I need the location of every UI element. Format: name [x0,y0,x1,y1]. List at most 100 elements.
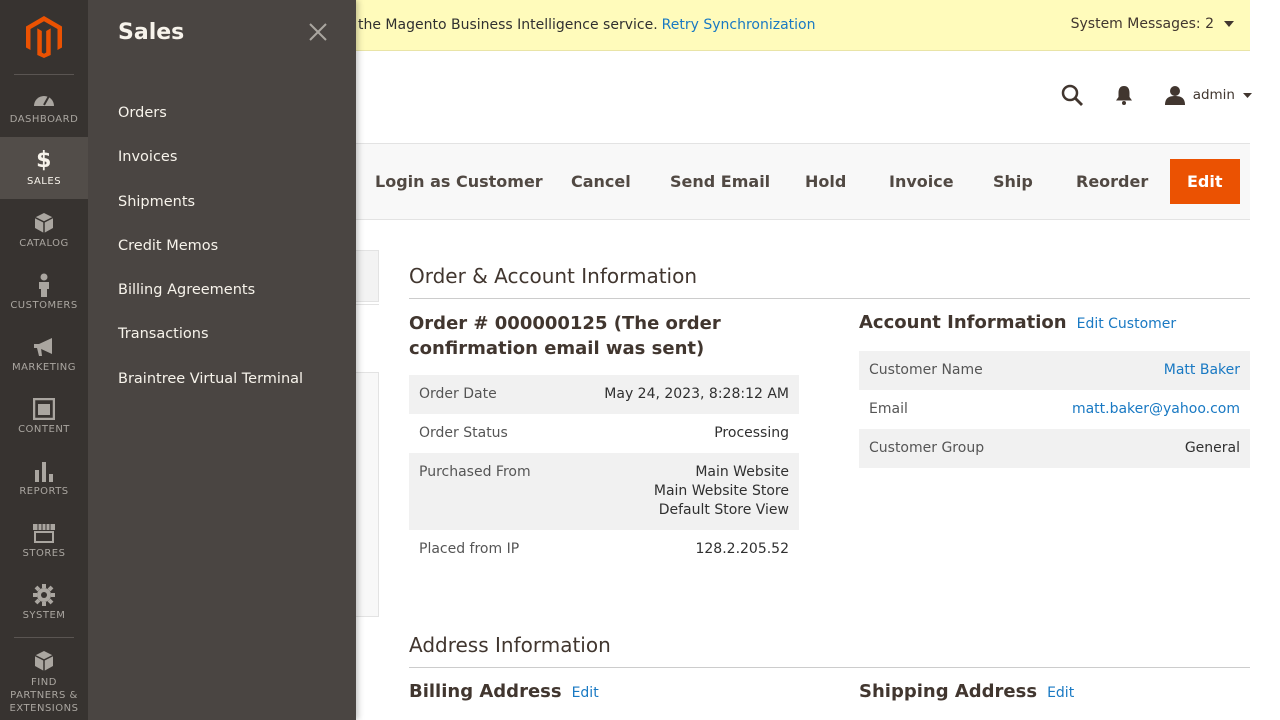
nav-catalog[interactable]: CATALOG [0,199,88,261]
reorder-button[interactable]: Reorder [1076,159,1148,204]
shipping-address-header: Shipping Address Edit [859,681,1074,702]
table-row: Order Date May 24, 2023, 8:28:12 AM [409,375,799,414]
address-section-title: Address Information [409,633,1250,668]
nav-marketing[interactable]: MARKETING [0,323,88,385]
close-icon[interactable] [306,20,330,44]
edit-customer-link[interactable]: Edit Customer [1077,316,1177,332]
account-information-title: Account Information [859,312,1067,333]
flyout-item-invoices[interactable]: Invoices [118,140,303,184]
nav-system[interactable]: SYSTEM [0,571,88,633]
placed-from-ip-value: 128.2.205.52 [695,541,789,557]
order-account-section-title: Order & Account Information [409,264,1250,299]
notifications-bell-icon[interactable] [1109,80,1139,110]
billing-address-title: Billing Address [409,681,562,702]
order-title: Order # 000000125 (The order confirmatio… [409,313,721,359]
user-icon [1164,86,1185,105]
nav-sales-label: SALES [26,175,62,187]
order-date-label: Order Date [419,386,497,402]
cubes-icon [34,650,54,671]
nav-customers-label: CUSTOMERS [10,299,78,311]
purchased-store: Main Website Store [653,483,789,499]
flyout-item-credit-memos[interactable]: Credit Memos [118,229,303,273]
nav-find-partners[interactable]: FIND PARTNERS & EXTENSIONS [0,638,88,720]
caret-down-icon [1224,21,1234,27]
flyout-item-braintree-virtual-terminal[interactable]: Braintree Virtual Terminal [118,362,303,406]
flyout-menu-list: Orders Invoices Shipments Credit Memos B… [118,96,303,406]
order-status-label: Order Status [419,425,508,441]
account-info-table: Customer Name Matt Baker Email matt.bake… [859,351,1250,468]
retry-synchronization-link[interactable]: Retry Synchronization [662,17,816,33]
nav-marketing-label: MARKETING [11,361,77,373]
order-info-table: Order Date May 24, 2023, 8:28:12 AM Orde… [409,375,799,569]
hold-button[interactable]: Hold [805,159,846,204]
layout-icon [33,397,55,420]
cancel-button[interactable]: Cancel [571,159,631,204]
nav-sales[interactable]: $ SALES [0,137,88,199]
nav-stores-label: STORES [22,547,66,559]
table-row: Placed from IP 128.2.205.52 [409,530,799,569]
admin-sidebar: DASHBOARD $ SALES CATALOG CUSTOMERS MARK… [0,0,88,720]
customer-group-value: General [1184,440,1240,456]
order-tabs-panel-fragment [356,372,379,617]
invoice-button[interactable]: Invoice [889,159,954,204]
flyout-item-shipments[interactable]: Shipments [118,185,303,229]
nav-content[interactable]: CONTENT [0,385,88,447]
system-messages-toggle[interactable]: System Messages: 2 [1071,16,1234,32]
purchased-store-view: Default Store View [658,502,789,518]
flyout-title: Sales [118,20,185,45]
megaphone-icon [34,337,52,356]
order-tabs-divider [356,304,379,305]
system-message: the Magento Business Intelligence servic… [356,17,816,33]
login-as-customer-button[interactable]: Login as Customer [375,159,543,204]
nav-reports-label: REPORTS [19,485,69,497]
table-row: Order Status Processing [409,414,799,453]
storefront-icon [33,523,55,543]
magento-logo[interactable] [14,0,74,75]
gear-icon [33,583,55,606]
placed-from-ip-label: Placed from IP [419,541,520,557]
admin-username: admin [1192,87,1235,103]
purchased-from-value: Main Website Main Website Store Default … [562,453,799,530]
nav-customers[interactable]: CUSTOMERS [0,261,88,323]
order-date-value: May 24, 2023, 8:28:12 AM [604,386,789,402]
order-status-value: Processing [714,425,789,441]
customer-email-link[interactable]: matt.baker@yahoo.com [1072,401,1240,417]
dollar-icon: $ [36,148,52,173]
purchased-from-label: Purchased From [419,464,531,480]
email-label: Email [869,401,908,417]
header-actions: admin [1035,80,1252,110]
ship-button[interactable]: Ship [993,159,1033,204]
search-icon[interactable] [1057,80,1087,110]
flyout-item-orders[interactable]: Orders [118,96,303,140]
admin-user-menu[interactable]: admin [1164,85,1252,105]
nav-system-label: SYSTEM [22,609,66,621]
nav-content-label: CONTENT [18,423,70,435]
person-icon [39,273,49,297]
edit-button[interactable]: Edit [1170,159,1240,204]
edit-billing-address-link[interactable]: Edit [572,685,599,701]
system-message-bar: the Magento Business Intelligence servic… [356,0,1250,51]
nav-dashboard[interactable]: DASHBOARD [0,75,88,137]
nav-catalog-label: CATALOG [19,237,69,249]
send-email-button[interactable]: Send Email [670,159,770,204]
caret-down-icon [1243,92,1252,98]
nav-find-partners-label: FIND PARTNERS & EXTENSIONS [9,676,79,714]
dashboard-icon [34,95,54,106]
sales-flyout-menu: Sales Orders Invoices Shipments Credit M… [88,0,356,720]
nav-dashboard-label: DASHBOARD [9,113,79,125]
customer-name-value: Matt Baker [1022,351,1250,390]
magento-logo-icon [26,16,62,58]
flyout-item-billing-agreements[interactable]: Billing Agreements [118,273,303,317]
table-row: Email matt.baker@yahoo.com [859,390,1250,429]
nav-reports[interactable]: REPORTS [0,447,88,509]
table-row: Purchased From Main Website Main Website… [409,453,799,530]
billing-address-header: Billing Address Edit [409,681,599,702]
account-information-header: Account Information Edit Customer [859,312,1176,333]
box-icon [34,212,54,233]
edit-shipping-address-link[interactable]: Edit [1047,685,1074,701]
flyout-item-transactions[interactable]: Transactions [118,317,303,361]
nav-stores[interactable]: STORES [0,509,88,571]
customer-name-link[interactable]: Matt Baker [1164,362,1240,378]
system-message-text: the Magento Business Intelligence servic… [358,17,658,33]
purchased-website: Main Website [695,464,789,480]
